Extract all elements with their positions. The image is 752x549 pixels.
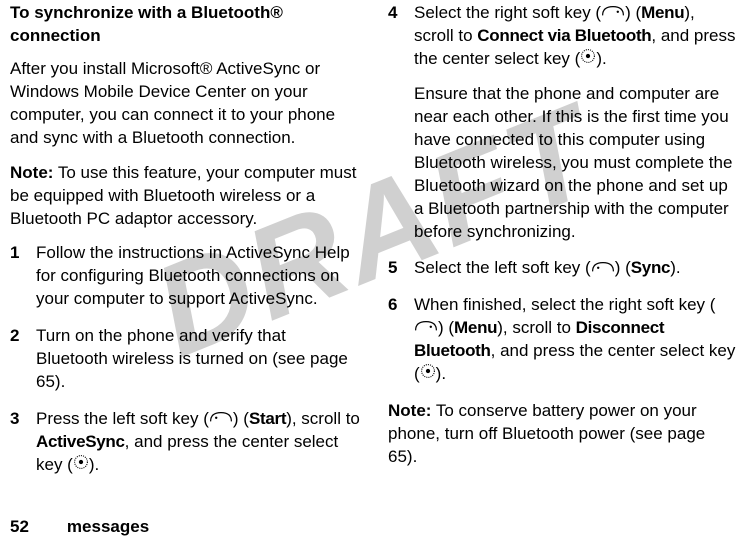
left-softkey-icon (209, 408, 233, 431)
right-softkey-icon (601, 2, 625, 25)
step-body: Select the left soft key ( ) (Sync). (414, 257, 738, 280)
note-paragraph: Note: To use this feature, your computer… (10, 162, 360, 231)
text: ) ( (615, 258, 631, 277)
step-number: 2 (10, 325, 36, 394)
text: Select the left soft key ( (414, 258, 591, 277)
text: Press the left soft key ( (36, 409, 209, 428)
page-footer: 52 messages (10, 516, 149, 539)
section-heading: To synchronize with a Bluetooth® connect… (10, 2, 360, 48)
step-3: 3 Press the left soft key ( ) (Start), sc… (10, 408, 360, 477)
page-number: 52 (10, 517, 29, 536)
step-body: Select the right soft key () (Menu), scr… (414, 2, 738, 243)
step-4-detail: Ensure that the phone and computer are n… (414, 83, 738, 244)
note-body: To use this feature, your computer must … (10, 163, 356, 228)
text: ). (596, 49, 606, 68)
center-select-icon (420, 363, 436, 386)
text: ) ( (625, 3, 641, 22)
left-softkey-icon (591, 258, 615, 281)
menu-label: Menu (454, 318, 497, 337)
step-body: When finished, select the right soft key… (414, 294, 738, 386)
right-column: 4 Select the right soft key () (Menu), s… (388, 2, 738, 491)
note-label: Note: (10, 163, 53, 182)
step-number: 4 (388, 2, 414, 243)
right-softkey-icon (414, 317, 438, 340)
left-column: To synchronize with a Bluetooth® connect… (10, 2, 360, 491)
step-number: 3 (10, 408, 36, 477)
text: ), scroll to (286, 409, 360, 428)
menu-label: Menu (641, 3, 684, 22)
note-paragraph-right: Note: To conserve battery power on your … (388, 400, 738, 469)
step-1: 1 Follow the instructions in ActiveSync … (10, 242, 360, 311)
text: ) ( (438, 318, 454, 337)
step-number: 5 (388, 257, 414, 280)
step-6: 6 When finished, select the right soft k… (388, 294, 738, 386)
step-number: 1 (10, 242, 36, 311)
step-body: Turn on the phone and verify that Blueto… (36, 325, 360, 394)
text: ). (89, 455, 99, 474)
step-body: Follow the instructions in ActiveSync He… (36, 242, 360, 311)
connect-via-bluetooth-label: Connect via Bluetooth (477, 26, 651, 45)
intro-paragraph: After you install Microsoft® ActiveSync … (10, 58, 360, 150)
text: When finished, select the right soft key… (414, 295, 715, 314)
text: ), scroll to (497, 318, 575, 337)
center-select-icon (73, 454, 89, 477)
center-select-icon (580, 48, 596, 71)
start-label: Start (249, 409, 286, 428)
text: ). (670, 258, 680, 277)
text: Select the right soft key ( (414, 3, 601, 22)
step-number: 6 (388, 294, 414, 386)
step-2: 2 Turn on the phone and verify that Blue… (10, 325, 360, 394)
activesync-label: ActiveSync (36, 432, 125, 451)
section-name: messages (67, 517, 149, 536)
page-content: To synchronize with a Bluetooth® connect… (0, 0, 752, 491)
step-5: 5 Select the left soft key ( ) (Sync). (388, 257, 738, 280)
sync-label: Sync (631, 258, 670, 277)
step-body: Press the left soft key ( ) (Start), scro… (36, 408, 360, 477)
step-4: 4 Select the right soft key () (Menu), s… (388, 2, 738, 243)
text: ) ( (233, 409, 249, 428)
note-label: Note: (388, 401, 431, 420)
note-body: To conserve battery power on your phone,… (388, 401, 705, 466)
text: ). (436, 364, 446, 383)
